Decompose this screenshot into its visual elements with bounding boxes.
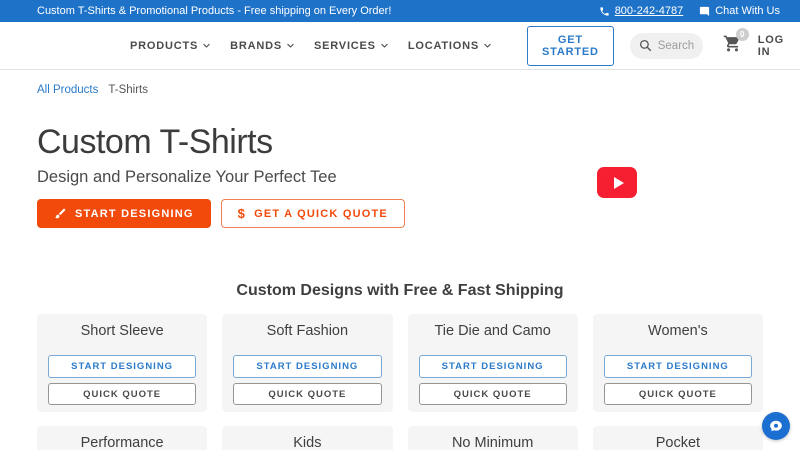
nav-item-label: LOCATIONS [407, 39, 479, 52]
card-quick-quote-button[interactable]: QUICK QUOTE [418, 383, 567, 405]
card-start-designing-button[interactable]: START DESIGNING [418, 355, 567, 378]
main-nav: PRODUCTS BRANDS SERVICES LOCATIONS [130, 40, 511, 52]
dollar-icon: $ [237, 206, 247, 221]
paintbrush-icon [54, 207, 67, 220]
quick-quote-label: GET A QUICK QUOTE [254, 207, 388, 220]
product-card: Soft Fashion START DESIGNING QUICK QUOTE [222, 314, 393, 412]
page-title: Custom T-Shirts [37, 123, 273, 161]
chat-with-us-link[interactable]: Chat With Us [699, 5, 780, 17]
product-card: Performance START DESIGNING QUICK QUOTE [37, 426, 208, 450]
nav-menu-item[interactable]: BRANDS [230, 40, 295, 52]
product-card: Tie Die and Camo START DESIGNING QUICK Q… [407, 314, 578, 412]
promo-topbar: Custom T-Shirts & Promotional Products -… [0, 0, 800, 22]
chevron-down-icon [380, 41, 389, 50]
cart-button[interactable]: 0 [723, 27, 749, 58]
card-title: No Minimum [451, 435, 534, 450]
nav-item-label: BRANDS [230, 39, 282, 52]
chat-bubble-icon [699, 6, 710, 17]
card-quick-quote-button[interactable]: QUICK QUOTE [233, 383, 382, 405]
card-quick-quote-button[interactable]: QUICK QUOTE [603, 383, 752, 405]
section-heading: Custom Designs with Free & Fast Shipping [236, 282, 564, 299]
card-grid-row1: Short Sleeve START DESIGNING QUICK QUOTE… [37, 314, 763, 412]
card-title: Tie Die and Camo [434, 323, 551, 339]
chevron-down-icon [202, 41, 211, 50]
search-box[interactable] [629, 32, 703, 59]
main-header: PRODUCTS BRANDS SERVICES LOCATIONS GET S… [0, 22, 800, 70]
product-card: Women's START DESIGNING QUICK QUOTE [592, 314, 763, 412]
chat-with-us-label: Chat With Us [715, 5, 780, 17]
promo-message: Custom T-Shirts & Promotional Products -… [37, 5, 392, 17]
cart-count-badge: 0 [735, 27, 749, 41]
phone-icon [599, 6, 610, 17]
product-card: Kids START DESIGNING QUICK QUOTE [222, 426, 393, 450]
hero-actions: START DESIGNING $ GET A QUICK QUOTE [37, 199, 763, 228]
play-icon [613, 176, 624, 189]
nav-menu-item[interactable]: SERVICES [314, 40, 389, 52]
chevron-down-icon [483, 41, 492, 50]
card-actions: START DESIGNING QUICK QUOTE [593, 355, 763, 412]
phone-link[interactable]: 800-242-4787 [599, 5, 684, 17]
card-quick-quote-button[interactable]: QUICK QUOTE [48, 383, 197, 405]
card-grid-row2: Performance START DESIGNING QUICK QUOTE … [37, 426, 763, 450]
nav-item-label: PRODUCTS [130, 39, 199, 52]
product-card: No Minimum START DESIGNING QUICK QUOTE [407, 426, 578, 450]
chat-widget-button[interactable] [762, 412, 790, 440]
breadcrumb: All Products T-Shirts [0, 70, 800, 96]
card-actions: START DESIGNING QUICK QUOTE [37, 355, 207, 412]
nav-menu-item[interactable]: LOCATIONS [408, 40, 492, 52]
page: Custom T-Shirts & Promotional Products -… [0, 0, 800, 450]
search-icon [639, 39, 652, 52]
video-play-button[interactable] [597, 167, 637, 198]
card-start-designing-button[interactable]: START DESIGNING [603, 355, 752, 378]
card-title: Performance [80, 435, 164, 450]
phone-number: 800-242-4787 [614, 5, 684, 17]
card-start-designing-button[interactable]: START DESIGNING [48, 355, 197, 378]
start-designing-button[interactable]: START DESIGNING [37, 199, 211, 228]
card-actions: START DESIGNING QUICK QUOTE [408, 355, 578, 412]
card-start-designing-button[interactable]: START DESIGNING [233, 355, 382, 378]
nav-item-label: SERVICES [313, 39, 376, 52]
product-card: Pocket START DESIGNING QUICK QUOTE [592, 426, 763, 450]
breadcrumb-all-products-link[interactable]: All Products [37, 84, 98, 96]
card-title: Short Sleeve [80, 323, 164, 339]
chevron-down-icon [286, 41, 295, 50]
chat-widget-icon [769, 419, 783, 433]
get-started-button[interactable]: GET STARTED [527, 25, 614, 66]
page-subtitle: Design and Personalize Your Perfect Tee [37, 168, 337, 186]
card-title: Pocket [655, 435, 701, 450]
nav-menu-item[interactable]: PRODUCTS [130, 40, 211, 52]
search-input[interactable] [657, 39, 695, 52]
card-title: Women's [648, 323, 708, 339]
get-quick-quote-button[interactable]: $ GET A QUICK QUOTE [220, 199, 405, 228]
product-card: Short Sleeve START DESIGNING QUICK QUOTE [37, 314, 208, 412]
card-title: Kids [293, 435, 322, 450]
login-link[interactable]: LOG IN [758, 34, 784, 58]
breadcrumb-current: T-Shirts [108, 84, 148, 96]
card-actions: START DESIGNING QUICK QUOTE [222, 355, 392, 412]
card-title: Soft Fashion [266, 323, 349, 339]
start-designing-label: START DESIGNING [75, 207, 194, 220]
